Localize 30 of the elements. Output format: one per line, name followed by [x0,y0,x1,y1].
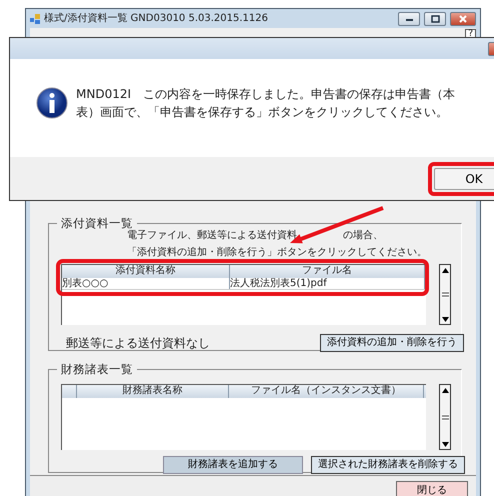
scroll-bar[interactable] [439,264,451,325]
delete-button[interactable]: 選択された財務諸表を削除する [311,456,465,474]
scroll-grip-icon[interactable] [440,290,450,300]
scroll-bar[interactable] [439,384,451,450]
ok-button[interactable]: OK [434,168,494,190]
instruction-text: 「添付資料の追加・削除を行う」ボタンをクリックしてください。 [127,247,427,258]
scroll-down-icon[interactable] [440,439,450,449]
maximize-icon [430,14,440,22]
add-remove-button[interactable]: 添付資料の追加・削除を行う [320,334,464,352]
close-button[interactable]: 閉じる [396,481,468,496]
add-button[interactable]: 財務諸表を追加する [163,456,303,474]
instruction-text: 電子ファイル、郵送等による送付資料 [127,230,297,241]
instruction-text: の場合、 [343,230,383,241]
info-icon [36,87,68,119]
minimize-button[interactable] [398,12,420,26]
column-header[interactable]: 財務諸表名称 [77,385,229,398]
mail-note-text: 郵送等による送付資料なし [66,335,210,352]
table-cell: 法人税法別表5(1)pdf [230,278,425,289]
close-icon [458,14,468,22]
close-button[interactable] [450,12,476,26]
scroll-down-icon[interactable] [440,314,450,324]
group-title: 添付資料一覧 [57,216,137,230]
message-text: MND012I この内容を一時保存しました。申告書の保存は申告書（本表）画面で、「申告書を保存する」ボタンをクリックしてください。 [76,86,456,121]
window-title: 様式/添付資料一覧 GND03010 5.03.2015.1126 [44,12,269,26]
group-title: 財務諸表一覧 [57,362,137,376]
column-header[interactable]: 添付資料名称 [62,265,230,278]
maximize-button[interactable] [424,12,446,26]
column-header[interactable]: ファイル名 [230,265,425,278]
table-cell: 別表○○○ [62,278,230,289]
app-icon [30,14,40,24]
